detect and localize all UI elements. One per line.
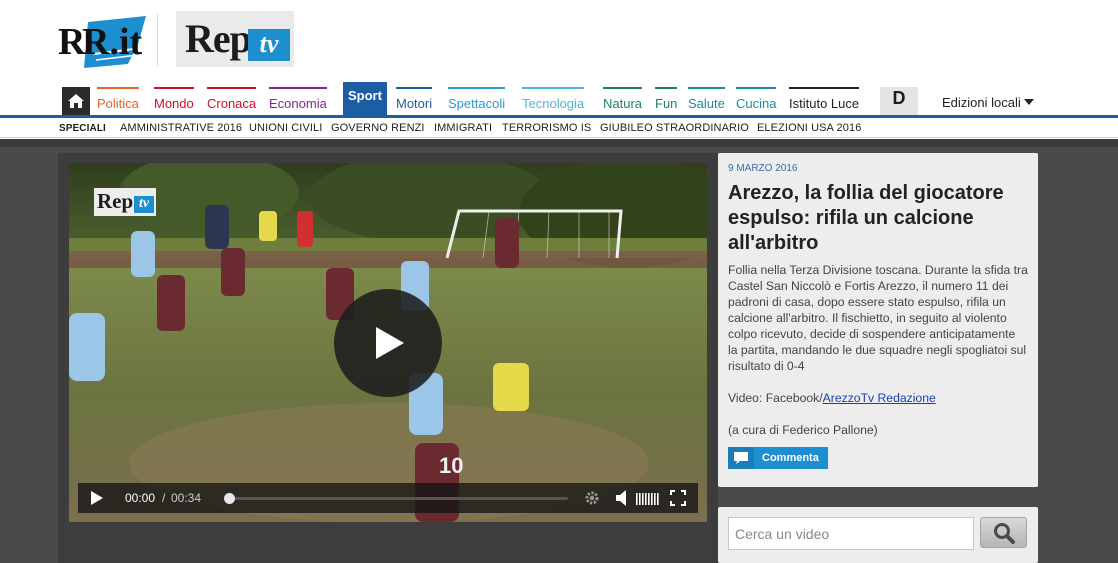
rit-logo[interactable]: R R.it xyxy=(58,14,148,68)
speciali-item[interactable]: GOVERNO RENZI xyxy=(331,122,425,134)
home-button[interactable] xyxy=(62,87,90,115)
article-date: 9 MARZO 2016 xyxy=(728,163,798,174)
nav-politica[interactable]: Politica xyxy=(97,87,139,115)
speciali-bar: SPECIALI AMMINISTRATIVE 2016 UNIONI CIVI… xyxy=(0,118,1118,138)
time-separator: / xyxy=(162,491,166,505)
speciali-item[interactable]: TERRORISMO IS xyxy=(502,122,591,134)
nav-motori[interactable]: Motori xyxy=(396,87,433,115)
nav-spettacoli[interactable]: Spettacoli xyxy=(448,87,506,115)
nav-natura[interactable]: Natura xyxy=(603,87,643,115)
nav-salute[interactable]: Salute xyxy=(688,87,725,115)
speciali-item[interactable]: AMMINISTRATIVE 2016 xyxy=(120,122,242,134)
duration: 00:34 xyxy=(171,491,202,505)
current-time: 00:00 xyxy=(125,491,156,505)
nav-mondo[interactable]: Mondo xyxy=(154,87,194,115)
watermark-tv: tv xyxy=(134,196,154,213)
nav-cucina[interactable]: Cucina xyxy=(736,87,777,115)
article-curator: (a cura di Federico Pallone) xyxy=(728,423,878,437)
player-jersey-number: 10 xyxy=(439,453,463,478)
comment-button[interactable]: Commenta xyxy=(728,447,828,469)
play-small-icon[interactable] xyxy=(90,491,104,505)
edizioni-locali-dropdown[interactable]: Edizioni locali xyxy=(942,95,1035,110)
video-search-input[interactable] xyxy=(728,517,974,550)
video-credit-link[interactable]: ArezzoTv Redazione xyxy=(823,391,936,405)
logo-divider xyxy=(157,14,158,66)
video-controls: 00:00 / 00:34 xyxy=(78,483,698,513)
home-icon xyxy=(68,94,84,108)
settings-gear-icon[interactable] xyxy=(584,490,600,506)
speciali-item[interactable]: UNIONI CIVILI xyxy=(249,122,322,134)
reptv-watermark: Rep tv xyxy=(94,188,156,216)
article-body: Follia nella Terza Divisione toscana. Du… xyxy=(728,263,1028,373)
speciali-item[interactable]: GIUBILEO STRAORDINARIO xyxy=(600,122,749,134)
site-header: R R.it Rep tv Politica Mondo Cronaca Eco… xyxy=(0,0,1118,140)
progress-track[interactable] xyxy=(228,497,568,500)
edizioni-locali-label: Edizioni locali xyxy=(942,95,1021,110)
search-icon xyxy=(993,522,1015,544)
reptv-logo-rep: Rep xyxy=(185,16,252,61)
volume-icon[interactable] xyxy=(616,490,630,506)
nav-tecnologia[interactable]: Tecnologia xyxy=(522,87,585,115)
speciali-label: SPECIALI xyxy=(59,123,106,134)
rit-logo-text: R.it xyxy=(82,21,143,63)
nav-cronaca[interactable]: Cronaca xyxy=(207,87,257,115)
stage-top-band xyxy=(0,139,1118,147)
video-credit-prefix: Video: Facebook/ xyxy=(728,391,823,405)
nav-istituto-luce[interactable]: Istituto Luce xyxy=(789,87,860,115)
play-icon xyxy=(376,327,404,359)
volume-level-bars[interactable] xyxy=(636,493,660,505)
comment-icon xyxy=(728,447,754,469)
caret-down-icon xyxy=(1024,99,1035,105)
article-video-credit: Video: Facebook/ArezzoTv Redazione xyxy=(728,391,936,405)
nav-d-logo[interactable]: D xyxy=(880,87,918,115)
big-play-button[interactable] xyxy=(334,289,442,397)
article-title: Arezzo, la follia del giocatore espulso:… xyxy=(728,182,1004,254)
comment-button-label: Commenta xyxy=(762,452,819,464)
search-button[interactable] xyxy=(980,517,1027,548)
nav-sport[interactable]: Sport xyxy=(343,82,387,115)
speciali-item[interactable]: ELEZIONI USA 2016 xyxy=(757,122,861,134)
nav-economia[interactable]: Economia xyxy=(269,87,327,115)
reptv-logo[interactable]: Rep tv xyxy=(176,11,294,67)
speciali-item[interactable]: IMMIGRATI xyxy=(434,122,492,134)
nav-fun[interactable]: Fun xyxy=(655,87,678,115)
watermark-rep: Rep xyxy=(97,189,134,213)
fullscreen-icon[interactable] xyxy=(670,490,686,506)
reptv-logo-tv: tv xyxy=(248,29,290,61)
progress-knob[interactable] xyxy=(224,493,235,504)
